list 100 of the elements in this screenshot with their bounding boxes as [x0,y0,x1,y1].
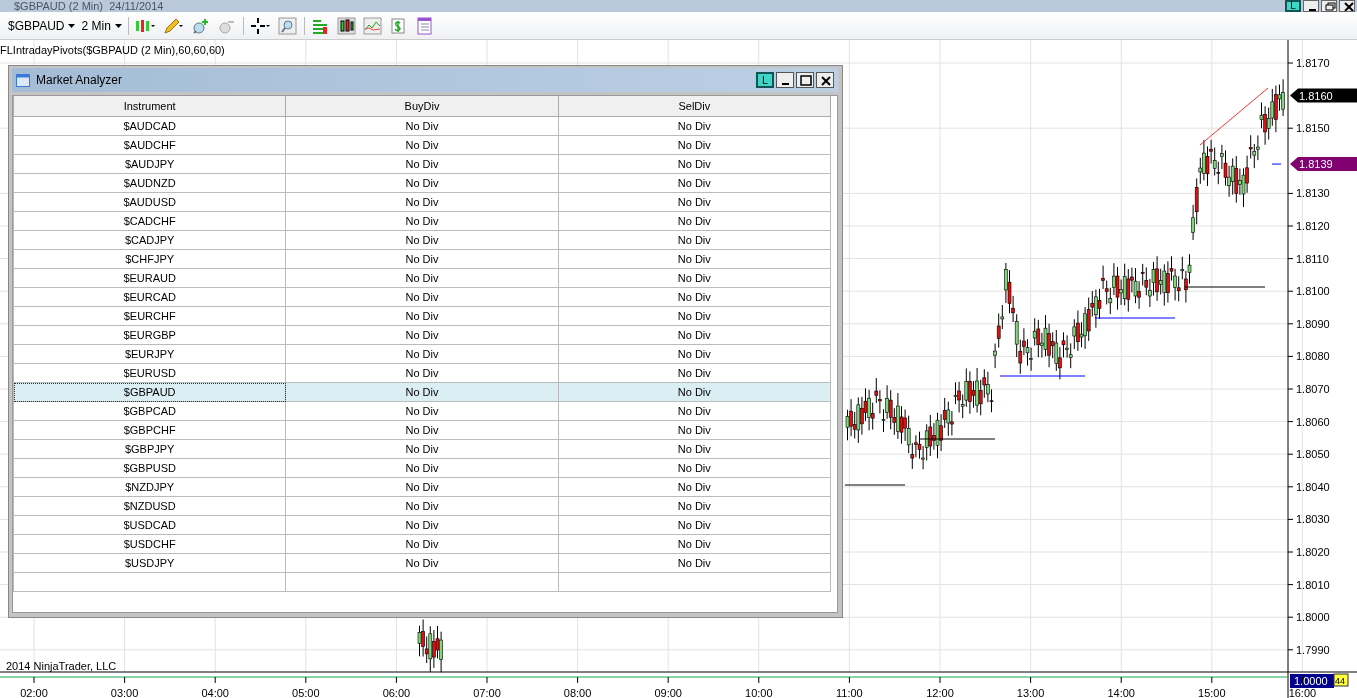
table-cell: No Div [558,477,831,497]
instrument-cell: $CADCHF [13,211,286,231]
close-icon[interactable] [1339,0,1355,12]
table-cell: No Div [558,116,831,136]
minimize-icon[interactable] [776,72,794,88]
table-row[interactable]: $AUDJPY No Div No Div [13,154,831,174]
column-header[interactable]: Instrument [13,96,286,117]
table-cell: No Div [285,325,559,345]
table-cell: No Div [558,306,831,326]
price-axis-label: 1.8130 [1296,187,1330,200]
time-axis-label: 04:00 [201,687,229,698]
time-axis-label: 11:00 [836,687,863,698]
table-row[interactable]: $AUDCAD No Div No Div [13,116,831,136]
table-row[interactable]: $EURCAD No Div No Div [13,287,831,307]
table-row[interactable]: $CHFJPY No Div No Div [13,249,831,269]
price-axis-label: 1.8170 [1296,57,1330,69]
instrument-cell: $EURJPY [13,344,286,364]
interval-dropdown[interactable]: 2 Min [81,18,122,33]
price-axis-label: 1.8030 [1296,513,1330,526]
price-axis-label: 1.8150 [1296,122,1330,135]
table-cell: No Div [558,325,831,345]
line-chart-icon[interactable] [362,16,383,35]
instrument-cell: $GBPUSD [13,458,286,478]
instrument-cell: $CADJPY [13,230,286,250]
table-row[interactable]: $NZDUSD No Div No Div [13,496,831,516]
time-axis-label: 06:00 [382,687,411,698]
pivot-line [844,484,906,486]
table-cell: No Div [558,268,831,288]
price-axis-label: 1.8060 [1296,415,1330,428]
table-row[interactable]: $USDJPY No Div No Div [13,553,831,573]
table-row[interactable]: $GBPJPY No Div No Div [13,439,831,459]
table-row[interactable]: $EURJPY No Div No Div [13,344,831,364]
time-axis-label: 02:00 [20,687,48,698]
close-icon[interactable] [816,72,834,88]
properties-icon[interactable] [414,16,435,35]
link-button[interactable]: L [1285,0,1301,12]
table-cell: No Div [285,439,559,459]
trend-line [1199,87,1269,146]
instrument-cell: $AUDCHF [13,135,286,155]
restore-icon[interactable] [1321,0,1337,12]
table-cell: No Div [285,192,559,212]
table-row[interactable]: $AUDCHF No Div No Div [13,135,831,155]
table-cell: No Div [285,230,559,250]
table-row[interactable]: $CADJPY No Div No Div [13,230,831,250]
price-axis-label: 1.8080 [1296,350,1330,363]
indicator-label: FLIntradayPivots($GBPAUD (2 Min),60,60,60) [0,44,225,56]
table-row[interactable]: $GBPAUD No Div No Div [13,382,831,402]
last-price-badge: 1.8160 [1290,88,1357,103]
table-cell: No Div [285,534,559,554]
table-cell: No Div [285,420,559,440]
time-axis-label: 08:00 [563,687,592,698]
table-cell: No Div [285,268,559,288]
table-row[interactable]: $EURGBP No Div No Div [13,325,831,345]
time-axis-label: 09:00 [654,687,682,698]
table-cell: No Div [285,496,559,516]
table-row[interactable]: $CADCHF No Div No Div [13,211,831,231]
time-axis-label: 13:00 [1016,687,1045,698]
zoom-in-icon[interactable] [190,16,211,35]
maximize-icon[interactable] [796,72,814,88]
table-cell: No Div [285,344,559,364]
instrument-cell: $USDJPY [13,553,286,573]
table-row[interactable]: $GBPCAD No Div No Div [13,401,831,421]
column-header[interactable]: SelDiv [558,96,831,117]
price-axis-label: 1.8000 [1296,611,1330,624]
table-row[interactable]: $USDCHF No Div No Div [13,534,831,554]
candlestick-chart-icon[interactable] [336,16,357,35]
table-cell: No Div [285,116,559,136]
table-row[interactable]: $EURUSD No Div No Div [13,363,831,383]
link-button[interactable]: L [756,72,774,88]
table-cell: No Div [558,344,831,364]
table-cell: No Div [558,173,831,193]
table-cell: No Div [558,496,831,516]
table-cell: No Div [285,173,559,193]
time-axis-label: 05:00 [292,687,320,698]
pencil-icon[interactable] [162,16,185,35]
time-axis-label: 03:00 [110,687,139,698]
table-cell: No Div [558,363,831,383]
table-row[interactable]: $NZDJPY No Div No Div [13,477,831,497]
table-row[interactable]: $EURAUD No Div No Div [13,268,831,288]
table-cell: No Div [558,154,831,174]
table-row[interactable]: $USDCAD No Div No Div [13,515,831,535]
minimize-icon[interactable] [1303,0,1319,12]
instrument-cell: $EURAUD [13,268,286,288]
instrument-dropdown[interactable]: $GBPAUD [8,18,76,33]
table-row[interactable]: $AUDNZD No Div No Div [13,173,831,193]
time-axis-label: 14:00 [1107,687,1135,698]
price-axis-label: 1.8100 [1296,285,1330,298]
column-header[interactable]: BuyDiv [285,96,559,117]
table-row[interactable]: $EURCHF No Div No Div [13,306,831,326]
table-cell: No Div [558,534,831,554]
table-cell: No Div [558,192,831,212]
table-row[interactable]: $GBPCHF No Div No Div [13,420,831,440]
crosshair-icon[interactable] [249,16,272,35]
table-row[interactable]: $AUDUSD No Div No Div [13,192,831,212]
price-axis-label: 1.8110 [1296,252,1329,265]
table-row[interactable]: $GBPUSD No Div No Div [13,458,831,478]
instrument-cell: $GBPCHF [13,420,286,440]
search-icon[interactable] [277,16,298,35]
instrument-cell: $EURUSD [13,363,286,383]
instrument-cell: $EURCHF [13,306,286,326]
